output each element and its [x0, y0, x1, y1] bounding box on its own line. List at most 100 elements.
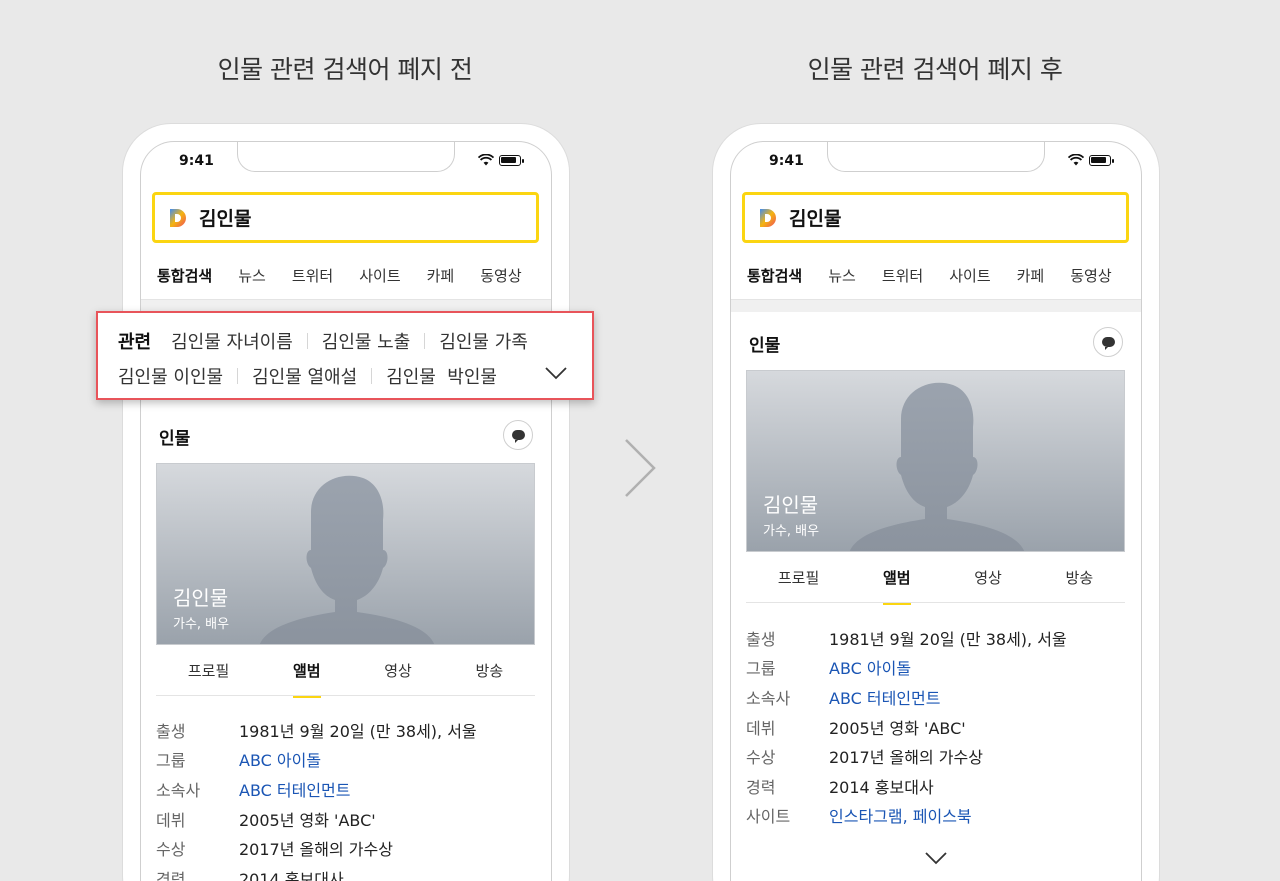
separator [371, 367, 373, 384]
sub-tab-video[interactable]: 영상 [974, 567, 1002, 588]
tab-cafe[interactable]: 카페 [427, 265, 455, 286]
info-value: 1981년 9월 20일 (만 38세), 서울 [829, 629, 1067, 649]
sub-tab-profile[interactable]: 프로필 [778, 567, 819, 588]
tab-site[interactable]: 사이트 [949, 265, 990, 286]
phone-after: 9:41 김인물 통합검색 뉴스 트위터 사이트 카페 동영상 인물 김인물 가… [713, 124, 1159, 881]
wifi-icon [478, 154, 494, 166]
search-tabs: 통합검색 뉴스 트위터 사이트 카페 동영상 [141, 252, 551, 303]
related-link[interactable]: 김인물 박인물 [386, 363, 497, 389]
divider-strip [731, 300, 1141, 312]
phone-screen: 9:41 김인물 통합검색 뉴스 트위터 사이트 카페 동영상 인물 김인물 가… [140, 141, 552, 881]
related-row-2: 김인물 이인물 김인물 열애설 김인물 박인물 [118, 358, 592, 393]
wifi-icon [1068, 154, 1084, 166]
related-link[interactable]: 김인물 열애설 [252, 363, 357, 389]
battery-icon [499, 154, 524, 166]
group-link[interactable]: ABC 아이돌 [829, 655, 911, 679]
daum-logo-icon [170, 208, 186, 227]
info-label: 그룹 [156, 751, 186, 771]
search-bar[interactable]: 김인물 [742, 192, 1129, 243]
profile-sub-tabs: 프로필 앨범 영상 방송 [156, 646, 535, 698]
sub-tab-broadcast[interactable]: 방송 [476, 660, 504, 681]
info-row-award: 수상 2017년 올해의 가수상 [156, 833, 535, 863]
sub-tab-album[interactable]: 앨범 [292, 660, 321, 698]
tab-twitter[interactable]: 트위터 [292, 265, 333, 286]
agency-link[interactable]: ABC 터테인먼트 [239, 777, 351, 801]
status-time: 9:41 [179, 153, 214, 169]
phone-notch [237, 142, 455, 172]
info-value: 1981년 9월 20일 (만 38세), 서울 [239, 721, 477, 741]
tab-news[interactable]: 뉴스 [238, 265, 266, 286]
sub-tab-broadcast[interactable]: 방송 [1066, 567, 1094, 588]
info-label: 그룹 [746, 659, 776, 679]
info-label: 소속사 [746, 688, 791, 708]
tab-integrated[interactable]: 통합검색 [154, 265, 215, 303]
phone-before: 9:41 김인물 통합검색 뉴스 트위터 사이트 카페 동영상 인물 김인물 가… [123, 124, 569, 881]
person-name: 김인물 [763, 493, 819, 517]
caption-after: 인물 관련 검색어 폐지 후 [807, 55, 1063, 84]
agency-link[interactable]: ABC 터테인먼트 [829, 685, 941, 709]
tab-cafe[interactable]: 카페 [1017, 265, 1045, 286]
info-row-award: 수상 2017년 올해의 가수상 [746, 741, 1125, 771]
search-tabs: 통합검색 뉴스 트위터 사이트 카페 동영상 [731, 252, 1141, 303]
person-section-title: 인물 [749, 336, 781, 356]
tab-site[interactable]: 사이트 [359, 265, 400, 286]
caption-before: 인물 관련 검색어 폐지 전 [217, 55, 473, 84]
info-row-birth: 출생 1981년 9월 20일 (만 38세), 서울 [156, 715, 535, 745]
profile-info-list: 출생 1981년 9월 20일 (만 38세), 서울 그룹 ABC 아이돌 소속사… [156, 715, 535, 881]
tab-twitter[interactable]: 트위터 [882, 265, 923, 286]
person-silhouette-icon [259, 475, 435, 644]
info-label: 데뷔 [156, 810, 186, 830]
tab-news[interactable]: 뉴스 [828, 265, 856, 286]
info-label: 경력 [746, 777, 776, 797]
info-row-career: 경력 2014 홍보대사 [156, 863, 535, 881]
info-row-agency: 소속사 ABC 터테인먼트 [156, 774, 535, 804]
info-label: 수상 [156, 840, 186, 860]
tab-video[interactable]: 동영상 [480, 265, 521, 286]
info-value: 2014 홍보대사 [829, 777, 934, 797]
person-name: 김인물 [173, 586, 229, 610]
related-link[interactable]: 김인물 이인물 [118, 363, 223, 389]
expand-chevron-icon[interactable] [544, 366, 568, 380]
phone-screen: 9:41 김인물 통합검색 뉴스 트위터 사이트 카페 동영상 인물 김인물 가… [730, 141, 1142, 881]
info-value: 2017년 올해의 가수상 [829, 748, 983, 768]
info-label: 데뷔 [746, 718, 776, 738]
related-link[interactable]: 김인물 노출 [322, 328, 411, 354]
comment-button[interactable] [1093, 327, 1123, 357]
separator [424, 332, 426, 349]
info-value: 2005년 영화 'ABC' [239, 810, 376, 830]
expand-chevron-icon[interactable] [924, 851, 948, 865]
speech-bubble-icon [511, 430, 525, 443]
profile-sub-tabs: 프로필 앨범 영상 방송 [746, 553, 1125, 605]
info-label: 출생 [156, 721, 186, 741]
sub-tab-album[interactable]: 앨범 [882, 567, 911, 605]
person-role: 가수, 배우 [763, 524, 820, 539]
sub-tab-video[interactable]: 영상 [384, 660, 412, 681]
profile-info-list: 출생 1981년 9월 20일 (만 38세), 서울 그룹 ABC 아이돌 소속사… [746, 623, 1125, 830]
person-section-title: 인물 [159, 429, 191, 449]
sub-tab-profile[interactable]: 프로필 [188, 660, 229, 681]
related-searches-box: 관련 김인물 자녀이름 김인물 노출 김인물 가족 김인물 이인물 김인물 열애… [96, 311, 594, 400]
info-value: 2014 홍보대사 [239, 869, 344, 881]
status-time: 9:41 [769, 153, 804, 169]
search-query: 김인물 [789, 208, 842, 230]
related-link[interactable]: 김인물 자녀이름 [171, 328, 293, 354]
status-icons [478, 154, 524, 166]
separator [237, 367, 239, 384]
related-link[interactable]: 김인물 가족 [439, 328, 528, 354]
info-row-group: 그룹 ABC 아이돌 [156, 745, 535, 775]
battery-icon [1089, 154, 1114, 166]
info-label: 경력 [156, 869, 186, 881]
info-row-career: 경력 2014 홍보대사 [746, 771, 1125, 801]
person-photo[interactable]: 김인물 가수, 배우 [156, 463, 535, 645]
comment-button[interactable] [503, 420, 533, 450]
search-bar[interactable]: 김인물 [152, 192, 539, 243]
person-role: 가수, 배우 [173, 617, 230, 632]
info-row-group: 그룹 ABC 아이돌 [746, 653, 1125, 683]
tab-video[interactable]: 동영상 [1070, 265, 1111, 286]
info-row-site: 사이트 인스타그램, 페이스북 [746, 801, 1125, 831]
tab-integrated[interactable]: 통합검색 [744, 265, 805, 303]
site-link[interactable]: 인스타그램, 페이스북 [829, 803, 972, 827]
separator [306, 332, 308, 349]
person-photo[interactable]: 김인물 가수, 배우 [746, 370, 1125, 552]
group-link[interactable]: ABC 아이돌 [239, 747, 321, 771]
